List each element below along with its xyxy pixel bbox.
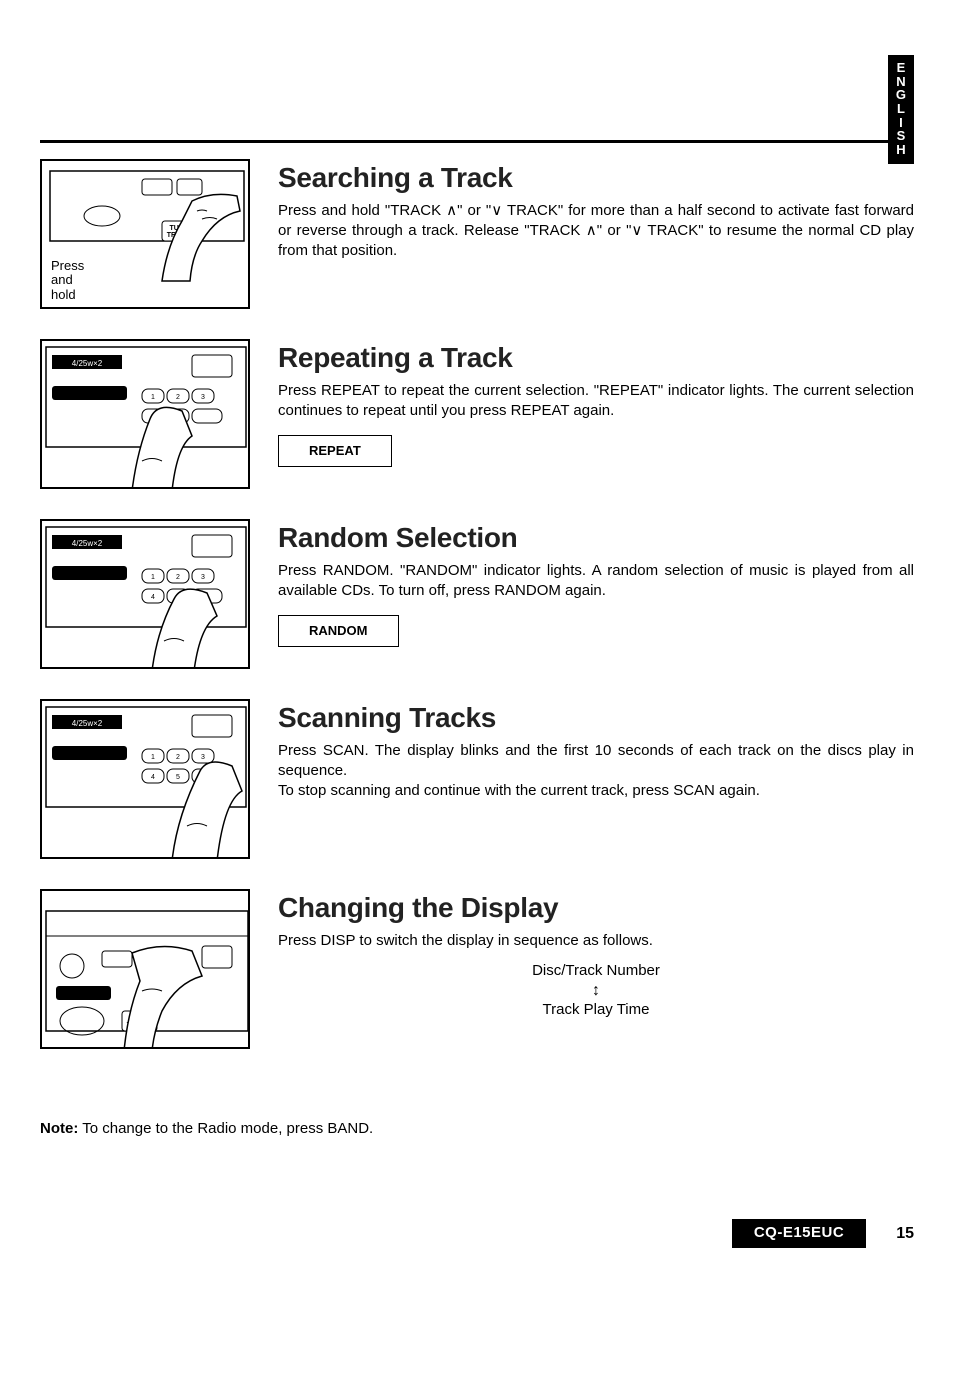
- svg-text:3: 3: [201, 754, 205, 761]
- body-repeating: Press REPEAT to repeat the current selec…: [278, 381, 914, 422]
- heading-repeating: Repeating a Track: [278, 339, 914, 377]
- svg-text:5: 5: [176, 774, 180, 781]
- note-text: To change to the Radio mode, press BAND.: [82, 1120, 373, 1137]
- repeat-indicator-box: REPEAT: [278, 435, 392, 467]
- svg-text:4/25w×2: 4/25w×2: [72, 719, 103, 728]
- display-item-bottom: Track Play Time: [278, 1000, 914, 1020]
- svg-text:4/25w×2: 4/25w×2: [72, 359, 103, 368]
- svg-text:4: 4: [151, 594, 155, 601]
- section-searching-track: TUNE TRACK Press and hold Searching a Tr…: [40, 159, 914, 309]
- illustration-scan: 4/25w×2 1 2 3 4 5: [40, 699, 250, 859]
- horizontal-rule: [40, 140, 914, 143]
- language-tab: E N G L I S H: [888, 55, 914, 164]
- illustration-track-search: TUNE TRACK Press and hold: [40, 159, 250, 309]
- page-number: 15: [896, 1223, 914, 1245]
- display-sequence: Disc/Track Number ↕ Track Play Time: [278, 961, 914, 1021]
- updown-arrow-icon: ↕: [278, 981, 914, 1000]
- heading-scanning: Scanning Tracks: [278, 699, 914, 737]
- page-footer: CQ-E15EUC 15: [40, 1219, 914, 1247]
- body-display: Press DISP to switch the display in sequ…: [278, 931, 914, 951]
- svg-text:4/25w×2: 4/25w×2: [72, 539, 103, 548]
- display-item-top: Disc/Track Number: [278, 961, 914, 981]
- heading-random: Random Selection: [278, 519, 914, 557]
- svg-text:2: 2: [176, 394, 180, 401]
- body-random: Press RANDOM. "RANDOM" indicator lights.…: [278, 561, 914, 602]
- illustration-display: TUNE TRACK: [40, 889, 250, 1049]
- illustration-random: 4/25w×2 1 2 3 4 5: [40, 519, 250, 669]
- random-indicator-box: RANDOM: [278, 615, 399, 647]
- section-repeating-track: 4/25w×2 1 2 3 4 5 Repeating a Track Pres…: [40, 339, 914, 489]
- illustration-caption: Press and hold: [48, 258, 87, 303]
- illustration-repeat: 4/25w×2 1 2 3 4 5: [40, 339, 250, 489]
- model-badge: CQ-E15EUC: [732, 1219, 866, 1247]
- heading-display: Changing the Display: [278, 889, 914, 927]
- svg-text:3: 3: [201, 394, 205, 401]
- svg-text:2: 2: [176, 574, 180, 581]
- body-scanning: Press SCAN. The display blinks and the f…: [278, 741, 914, 802]
- section-random-selection: 4/25w×2 1 2 3 4 5 Random Selection Press…: [40, 519, 914, 669]
- note-label: Note:: [40, 1120, 78, 1137]
- heading-searching: Searching a Track: [278, 159, 914, 197]
- svg-text:3: 3: [201, 574, 205, 581]
- body-searching: Press and hold "TRACK ∧" or "∨ TRACK" fo…: [278, 201, 914, 262]
- note-line: Note: To change to the Radio mode, press…: [40, 1119, 914, 1139]
- section-scanning-tracks: 4/25w×2 1 2 3 4 5 Scanning Tracks Press …: [40, 699, 914, 859]
- svg-text:1: 1: [151, 754, 155, 761]
- section-changing-display: TUNE TRACK Changing the Display Press DI…: [40, 889, 914, 1049]
- svg-text:4: 4: [151, 774, 155, 781]
- svg-text:2: 2: [176, 754, 180, 761]
- svg-text:1: 1: [151, 394, 155, 401]
- svg-text:1: 1: [151, 574, 155, 581]
